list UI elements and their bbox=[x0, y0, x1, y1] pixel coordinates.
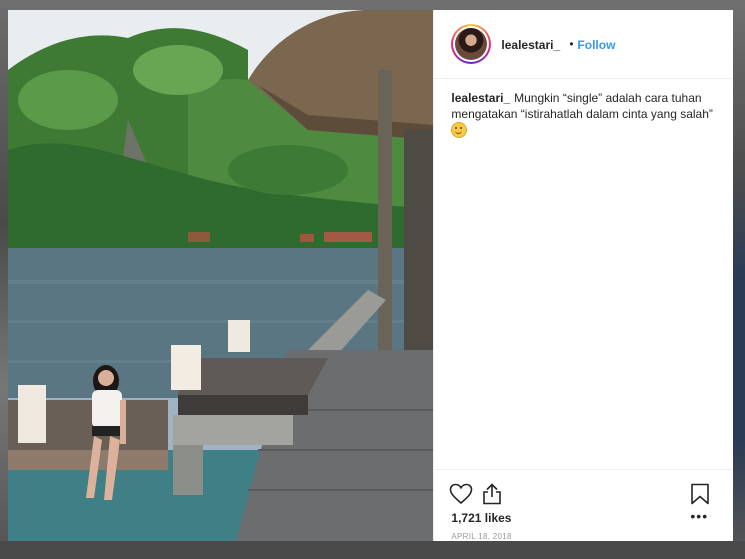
post-date[interactable]: APRIL 18, 2018 bbox=[451, 532, 511, 541]
likes-count[interactable]: 1,721 likes bbox=[451, 511, 511, 525]
background-feed-top bbox=[0, 0, 745, 10]
heart-icon[interactable] bbox=[449, 483, 473, 505]
post-photo-illustration bbox=[8, 10, 434, 541]
avatar-photo bbox=[455, 28, 488, 60]
header-separator: • bbox=[569, 37, 574, 51]
share-icon[interactable] bbox=[481, 483, 503, 505]
post-photo[interactable] bbox=[8, 10, 434, 541]
avatar-ring bbox=[453, 26, 490, 62]
post-caption: lealestari_ Mungkin “single” adalah cara … bbox=[451, 90, 713, 139]
post-header: lealestari_ • Follow bbox=[434, 10, 734, 79]
avatar[interactable] bbox=[451, 24, 492, 64]
bookmark-icon[interactable] bbox=[690, 483, 710, 505]
more-options-icon[interactable]: ••• bbox=[690, 508, 708, 524]
follow-button[interactable]: Follow bbox=[577, 38, 615, 52]
post-actions: ••• 1,721 likes APRIL 18, 2018 bbox=[434, 469, 734, 542]
post-side-panel: lealestari_ • Follow lealestari_ Mungkin … bbox=[433, 10, 734, 542]
background-feed-left bbox=[0, 8, 8, 548]
post-modal: lealestari_ • Follow lealestari_ Mungkin … bbox=[8, 10, 734, 542]
background-feed-bottom bbox=[0, 541, 745, 559]
background-feed-right bbox=[733, 8, 745, 548]
username-link[interactable]: lealestari_ bbox=[501, 38, 560, 52]
smiling-face-emoji-icon bbox=[451, 122, 468, 138]
caption-username-link[interactable]: lealestari_ bbox=[451, 91, 510, 105]
